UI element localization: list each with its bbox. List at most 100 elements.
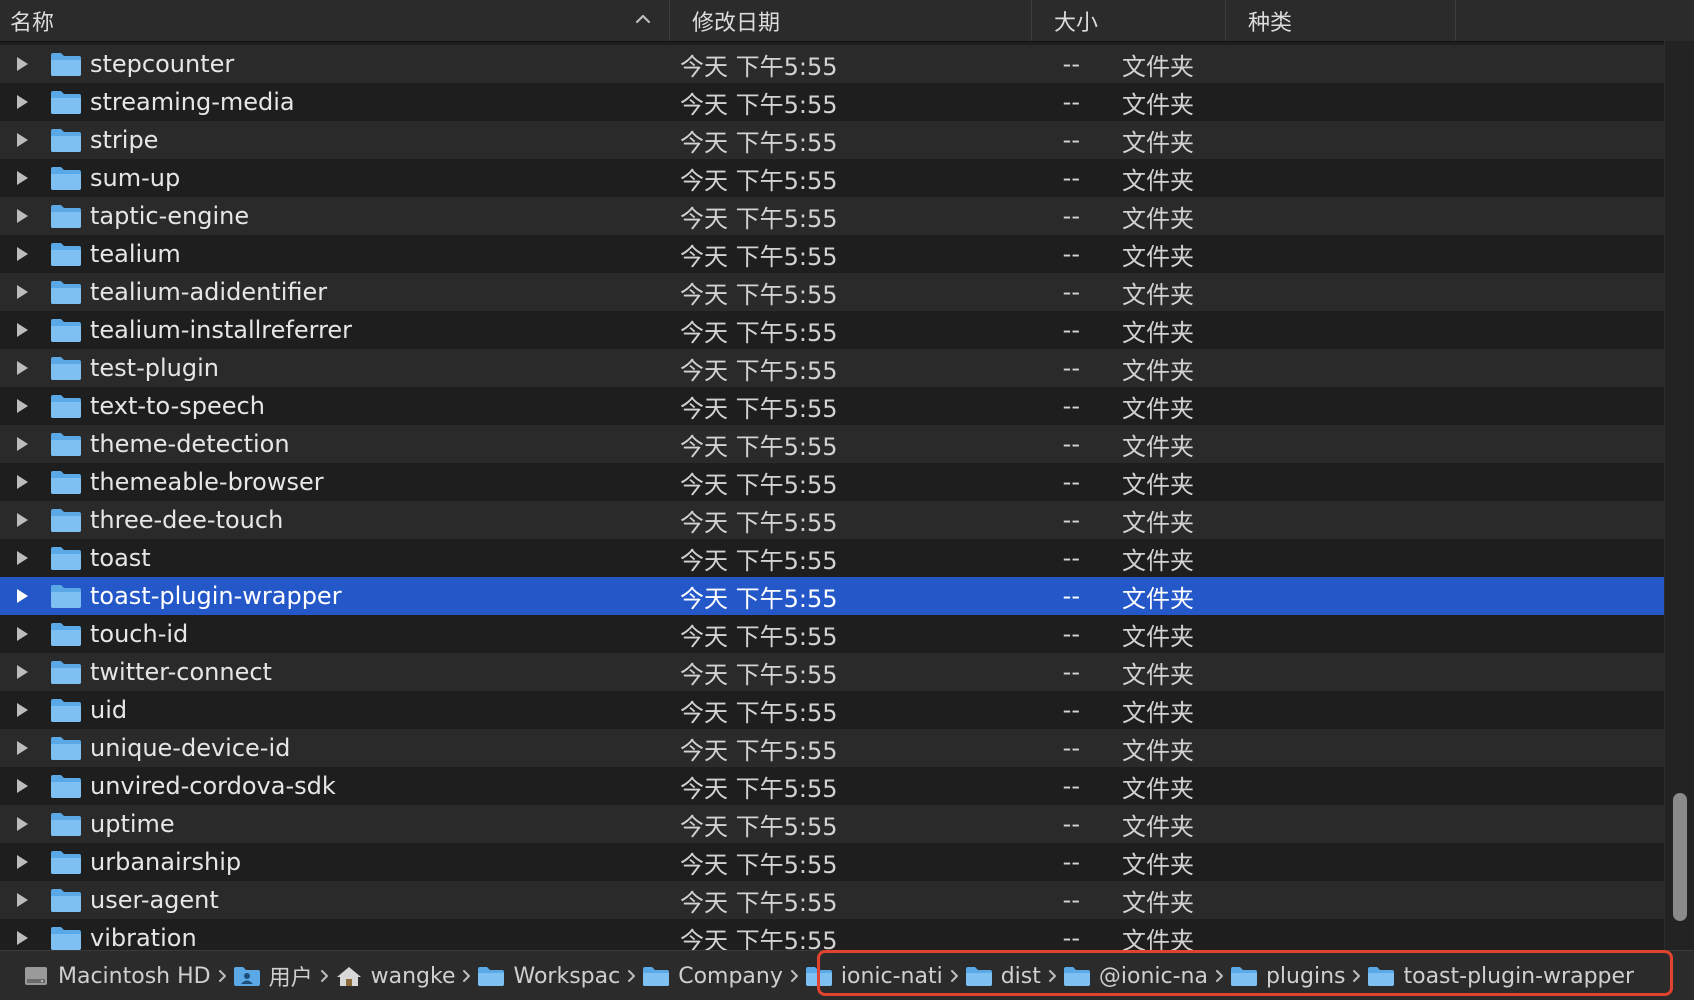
disclosure-toggle[interactable] <box>0 235 44 273</box>
path-crumb-label: plugins <box>1265 963 1346 989</box>
file-size: -- <box>1062 772 1080 800</box>
disclosure-triangle-icon[interactable] <box>14 360 30 376</box>
table-row-selected[interactable]: toast-plugin-wrapper 今天 下午5:55 -- 文件夹 <box>0 577 1664 615</box>
disclosure-toggle[interactable] <box>0 615 44 653</box>
disclosure-toggle[interactable] <box>0 691 44 729</box>
table-row[interactable]: tealium-adidentifier 今天 下午5:55 -- 文件夹 <box>0 273 1664 311</box>
table-row[interactable]: twitter-connect 今天 下午5:55 -- 文件夹 <box>0 653 1664 691</box>
disclosure-toggle[interactable] <box>0 843 44 881</box>
table-row[interactable]: tealium 今天 下午5:55 -- 文件夹 <box>0 235 1664 273</box>
table-row[interactable]: uptime 今天 下午5:55 -- 文件夹 <box>0 805 1664 843</box>
table-row[interactable]: test-plugin 今天 下午5:55 -- 文件夹 <box>0 349 1664 387</box>
disclosure-triangle-icon[interactable] <box>14 322 30 338</box>
disclosure-triangle-icon[interactable] <box>14 588 30 604</box>
disclosure-toggle[interactable] <box>0 653 44 691</box>
disclosure-toggle[interactable] <box>0 425 44 463</box>
column-header-name[interactable]: 名称 <box>0 0 670 41</box>
table-row[interactable]: vibration 今天 下午5:55 -- 文件夹 <box>0 919 1664 950</box>
disclosure-triangle-icon[interactable] <box>14 664 30 680</box>
column-header-kind[interactable]: 种类 <box>1226 0 1456 41</box>
disclosure-triangle-icon[interactable] <box>14 930 30 946</box>
path-crumb[interactable]: 用户 <box>233 951 313 1000</box>
disclosure-triangle-icon[interactable] <box>14 892 30 908</box>
table-row[interactable]: stepcounter 今天 下午5:55 -- 文件夹 <box>0 45 1664 83</box>
table-row[interactable]: unique-device-id 今天 下午5:55 -- 文件夹 <box>0 729 1664 767</box>
disclosure-toggle[interactable] <box>0 767 44 805</box>
path-crumb[interactable]: ionic-nati <box>805 951 943 1000</box>
disclosure-toggle[interactable] <box>0 387 44 425</box>
table-row[interactable]: touch-id 今天 下午5:55 -- 文件夹 <box>0 615 1664 653</box>
table-row[interactable]: unvired-cordova-sdk 今天 下午5:55 -- 文件夹 <box>0 767 1664 805</box>
disclosure-triangle-icon[interactable] <box>14 854 30 870</box>
disclosure-toggle[interactable] <box>0 121 44 159</box>
disclosure-toggle[interactable] <box>0 539 44 577</box>
table-row[interactable]: toast 今天 下午5:55 -- 文件夹 <box>0 539 1664 577</box>
disclosure-toggle[interactable] <box>0 197 44 235</box>
column-header-date[interactable]: 修改日期 <box>670 0 1032 41</box>
disclosure-triangle-icon[interactable] <box>14 816 30 832</box>
table-row[interactable]: stripe 今天 下午5:55 -- 文件夹 <box>0 121 1664 159</box>
disclosure-toggle[interactable] <box>0 311 44 349</box>
path-separator <box>783 951 805 1000</box>
folder-icon <box>1368 967 1395 986</box>
disclosure-triangle-icon[interactable] <box>14 740 30 756</box>
vertical-scrollbar[interactable] <box>1664 41 1694 950</box>
path-crumb[interactable]: wangke <box>335 951 455 1000</box>
disclosure-triangle-icon[interactable] <box>14 56 30 72</box>
disclosure-triangle-icon[interactable] <box>14 512 30 528</box>
table-row[interactable]: theme-detection 今天 下午5:55 -- 文件夹 <box>0 425 1664 463</box>
scrollbar-thumb[interactable] <box>1673 793 1687 921</box>
path-crumb[interactable]: toast-plugin-wrapper <box>1367 951 1634 1000</box>
file-size: -- <box>1062 734 1080 762</box>
column-header-size[interactable]: 大小 <box>1032 0 1226 41</box>
table-row[interactable]: three-dee-touch 今天 下午5:55 -- 文件夹 <box>0 501 1664 539</box>
disclosure-triangle-icon[interactable] <box>14 170 30 186</box>
path-crumb[interactable]: Company <box>642 951 783 1000</box>
disclosure-triangle-icon[interactable] <box>14 398 30 414</box>
disclosure-triangle-icon[interactable] <box>14 284 30 300</box>
disclosure-triangle-icon[interactable] <box>14 246 30 262</box>
disclosure-triangle-icon[interactable] <box>14 474 30 490</box>
file-list[interactable]: stepcounter 今天 下午5:55 -- 文件夹 streaming-media… <box>0 45 1664 950</box>
disclosure-toggle[interactable] <box>0 805 44 843</box>
disclosure-triangle-icon[interactable] <box>14 132 30 148</box>
path-crumb[interactable]: Workspac <box>477 951 620 1000</box>
disclosure-triangle-icon[interactable] <box>14 626 30 642</box>
disclosure-triangle-icon[interactable] <box>14 94 30 110</box>
table-row[interactable]: themeable-browser 今天 下午5:55 -- 文件夹 <box>0 463 1664 501</box>
disclosure-toggle[interactable] <box>0 83 44 121</box>
disclosure-triangle-icon[interactable] <box>14 208 30 224</box>
chevron-right-icon <box>1353 970 1361 982</box>
path-crumb[interactable]: plugins <box>1230 951 1346 1000</box>
path-crumb[interactable]: Macintosh HD <box>22 951 211 1000</box>
path-crumb[interactable]: dist <box>965 951 1041 1000</box>
disclosure-toggle[interactable] <box>0 729 44 767</box>
file-kind: 文件夹 <box>1122 508 1194 537</box>
folder-icon <box>1230 967 1257 986</box>
disclosure-toggle[interactable] <box>0 159 44 197</box>
disclosure-triangle-icon[interactable] <box>14 702 30 718</box>
disclosure-toggle[interactable] <box>0 577 44 615</box>
file-kind: 文件夹 <box>1122 280 1194 309</box>
sort-ascending-icon[interactable] <box>633 9 653 29</box>
disclosure-toggle[interactable] <box>0 881 44 919</box>
folder-icon <box>51 585 81 608</box>
table-row[interactable]: user-agent 今天 下午5:55 -- 文件夹 <box>0 881 1664 919</box>
disclosure-triangle-icon[interactable] <box>14 436 30 452</box>
table-row[interactable]: text-to-speech 今天 下午5:55 -- 文件夹 <box>0 387 1664 425</box>
disclosure-toggle[interactable] <box>0 919 44 950</box>
table-row[interactable]: uid 今天 下午5:55 -- 文件夹 <box>0 691 1664 729</box>
path-crumb[interactable]: @ionic-na <box>1063 951 1208 1000</box>
table-row[interactable]: taptic-engine 今天 下午5:55 -- 文件夹 <box>0 197 1664 235</box>
table-row[interactable]: sum-up 今天 下午5:55 -- 文件夹 <box>0 159 1664 197</box>
disclosure-triangle-icon[interactable] <box>14 550 30 566</box>
disclosure-toggle[interactable] <box>0 349 44 387</box>
disclosure-triangle-icon[interactable] <box>14 778 30 794</box>
table-row[interactable]: tealium-installreferrer 今天 下午5:55 -- 文件夹 <box>0 311 1664 349</box>
disclosure-toggle[interactable] <box>0 45 44 83</box>
table-row[interactable]: streaming-media 今天 下午5:55 -- 文件夹 <box>0 83 1664 121</box>
disclosure-toggle[interactable] <box>0 501 44 539</box>
disclosure-toggle[interactable] <box>0 273 44 311</box>
table-row[interactable]: urbanairship 今天 下午5:55 -- 文件夹 <box>0 843 1664 881</box>
disclosure-toggle[interactable] <box>0 463 44 501</box>
